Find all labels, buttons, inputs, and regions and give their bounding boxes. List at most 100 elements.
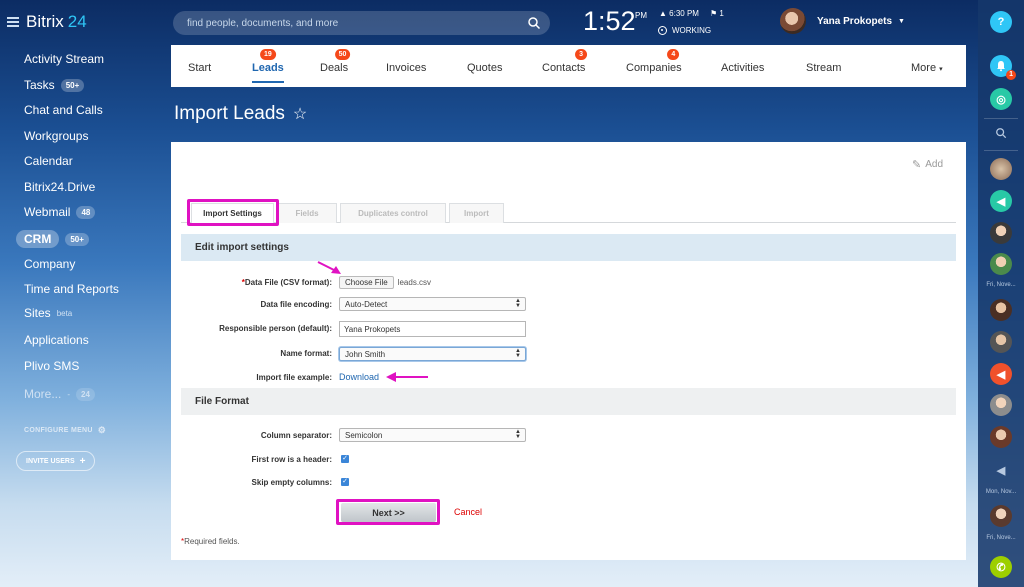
tab-import-settings[interactable]: Import Settings — [191, 203, 274, 223]
sidebar-item-label: Activity Stream — [24, 52, 105, 66]
bell-icon: ▲ — [659, 9, 667, 18]
tab-label: Start — [188, 62, 212, 74]
sidebar-item-label: Plivo SMS — [24, 359, 80, 373]
sidebar-item-label: Tasks — [24, 78, 55, 92]
tab-companies[interactable]: 4 Companies — [626, 49, 682, 74]
separator-select[interactable]: Semicolon ▲ ▼ — [339, 428, 526, 442]
user-name: Yana Prokopets — [817, 16, 893, 27]
sidebar-item-drive[interactable]: Bitrix24.Drive — [24, 180, 95, 194]
contact-avatar[interactable] — [990, 222, 1012, 244]
bell-icon — [997, 61, 1005, 72]
import-panel: ✎ Add Import Settings Fields Duplicates … — [171, 142, 966, 560]
tab-activities[interactable]: Activities — [721, 62, 764, 74]
sidebar-item-calendar[interactable]: Calendar — [24, 154, 73, 168]
tab-quotes[interactable]: Quotes — [467, 62, 502, 74]
check-icon: ✓ — [342, 455, 348, 462]
sidebar-item-crm[interactable]: CRM 50+ — [16, 230, 89, 248]
search-box[interactable] — [173, 11, 550, 35]
select-arrows-icon: ▲ ▼ — [515, 348, 521, 359]
contact-avatar[interactable] — [990, 394, 1012, 416]
sidebar-item-time-and-reports[interactable]: Time and Reports — [24, 282, 119, 296]
tab-contacts[interactable]: 3 Contacts — [542, 49, 588, 74]
contact-avatar[interactable] — [990, 426, 1012, 448]
tab-label: Stream — [806, 62, 842, 74]
invite-users-button[interactable]: INVITE USERS + — [16, 451, 96, 471]
tab-stream[interactable]: Stream — [806, 62, 841, 74]
tab-leads[interactable]: 19 Leads — [252, 49, 284, 83]
sidebar-item-webmail[interactable]: Webmail 48 — [24, 205, 96, 219]
sidebar-item-workgroups[interactable]: Workgroups — [24, 129, 88, 143]
tab-deals[interactable]: 50 Deals — [320, 49, 351, 74]
tab-import[interactable]: Import — [449, 203, 504, 223]
step-label: Import — [464, 209, 489, 218]
tab-more[interactable]: More ▾ — [911, 62, 943, 74]
first-row-checkbox[interactable]: ✓ — [341, 455, 349, 463]
notifications-button[interactable]: 1 — [990, 55, 1016, 80]
section-header: Edit import settings — [181, 234, 956, 261]
configure-menu[interactable]: CONFIGURE MENU ⚙ — [24, 425, 106, 436]
encoding-select[interactable]: Auto-Detect ▲ ▼ — [339, 297, 526, 311]
search-input[interactable] — [173, 11, 550, 35]
contact-avatar[interactable] — [990, 505, 1012, 527]
sidebar-item-label: Sites — [24, 306, 51, 320]
sidebar-item-sites[interactable]: Sites beta — [24, 306, 72, 320]
name-format-select[interactable]: John Smith ▲ ▼ — [339, 347, 526, 361]
megaphone-icon[interactable]: ◀ — [990, 459, 1012, 481]
search-icon[interactable] — [990, 122, 1012, 144]
sidebar-item-activity-stream[interactable]: Activity Stream — [24, 52, 104, 66]
next-button[interactable]: Next >> — [341, 503, 436, 522]
user-menu[interactable]: Yana Prokopets ▼ — [817, 16, 905, 27]
tab-label: Contacts — [542, 62, 586, 74]
clock[interactable]: 1:52 — [583, 6, 636, 37]
star-icon[interactable]: ☆ — [293, 104, 307, 124]
name-format-label: Name format: — [280, 349, 332, 358]
download-link[interactable]: Download — [339, 372, 379, 382]
work-status[interactable]: WORKING — [658, 26, 711, 35]
tab-fields[interactable]: Fields — [277, 203, 337, 223]
tab-label: Deals — [320, 62, 349, 74]
date-label: Fri, Nove... — [986, 282, 1016, 288]
megaphone-icon[interactable]: ◀ — [990, 363, 1012, 385]
tab-invoices[interactable]: Invoices — [386, 62, 426, 74]
phone-icon[interactable]: ✆ — [990, 556, 1012, 578]
contact-avatar[interactable] — [990, 253, 1012, 275]
clock-ampm: PM — [635, 11, 647, 20]
sidebar-item-label: Time and Reports — [24, 282, 119, 296]
alarm-time[interactable]: ▲ 6:30 PM — [659, 9, 699, 18]
sidebar-item-applications[interactable]: Applications — [24, 333, 89, 347]
file-picker: Choose File leads.csv — [339, 275, 431, 289]
data-file-label: *Data File (CSV format): — [242, 278, 332, 287]
help-icon: ? — [997, 16, 1005, 28]
invite-users-label: INVITE USERS — [26, 457, 75, 465]
sidebar-item-tasks[interactable]: Tasks 50+ — [24, 78, 85, 92]
sidebar-item-label: Company — [24, 257, 76, 271]
input-value: Yana Prokopets — [344, 324, 401, 334]
open-lines-icon[interactable]: ◎ — [990, 88, 1012, 110]
choose-file-button[interactable]: Choose File — [339, 275, 394, 289]
sidebar-item-plivo-sms[interactable]: Plivo SMS — [24, 359, 79, 373]
add-button[interactable]: ✎ Add — [912, 158, 943, 171]
field-label: Data File (CSV format): — [244, 278, 332, 287]
avatar[interactable] — [780, 8, 806, 34]
date-label: Mon, Nov... — [985, 489, 1017, 495]
skip-empty-checkbox[interactable]: ✓ — [341, 478, 349, 486]
tab-start[interactable]: Start — [188, 62, 211, 74]
contact-avatar[interactable] — [990, 299, 1012, 321]
sidebar-item-label: Bitrix24.Drive — [24, 180, 96, 194]
help-button[interactable]: ? — [990, 11, 1012, 33]
example-label: Import file example: — [256, 373, 332, 382]
responsible-input[interactable]: Yana Prokopets — [339, 321, 526, 337]
tab-duplicates-control[interactable]: Duplicates control — [340, 203, 446, 223]
flags-counter[interactable]: ⚑ 1 — [710, 9, 724, 18]
megaphone-icon[interactable]: ◀ — [990, 190, 1012, 212]
sidebar-item-chat-and-calls[interactable]: Chat and Calls — [24, 103, 103, 117]
sidebar-item-company[interactable]: Company — [24, 257, 75, 271]
search-icon[interactable] — [527, 16, 541, 30]
edit-icon: ✎ — [912, 159, 922, 171]
logo[interactable]: Bitrix 24 — [7, 12, 87, 32]
cancel-link[interactable]: Cancel — [454, 507, 482, 517]
contact-avatar[interactable] — [990, 158, 1012, 180]
menu-icon[interactable] — [7, 17, 19, 27]
sidebar-item-more[interactable]: More... -24 — [24, 387, 95, 401]
contact-avatar[interactable] — [990, 331, 1012, 353]
